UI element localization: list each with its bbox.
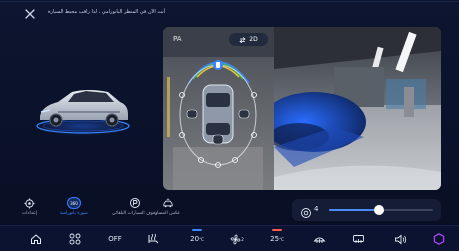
front-camera-view xyxy=(274,27,441,190)
slider-track[interactable] xyxy=(329,205,433,215)
apps-button[interactable] xyxy=(67,232,83,246)
fan-icon xyxy=(230,234,241,244)
left-temp-indicator xyxy=(192,229,202,231)
front-defrost-icon xyxy=(313,237,325,243)
fan-control[interactable]: 2 xyxy=(226,232,248,246)
slider-fill xyxy=(329,209,379,211)
track-reverse-icon xyxy=(162,197,174,209)
track-reverse-action[interactable]: عكس المسار xyxy=(155,197,180,216)
climate-off-label: OFF xyxy=(108,235,122,243)
home-button[interactable] xyxy=(28,232,44,246)
right-temp-value: 25 xyxy=(270,235,280,243)
right-temp-unit: °C xyxy=(279,236,284,242)
track-reverse-label: عكس المسار xyxy=(155,211,181,216)
seat-heat-icon xyxy=(148,233,158,244)
panorama-360-icon: 360 xyxy=(66,197,81,209)
panorama-label: صورة بانورامية xyxy=(60,211,88,216)
auto-park-action[interactable]: وقوف السيارات التلقائي xyxy=(112,197,157,216)
gear-icon xyxy=(24,197,36,209)
slider-handle[interactable] xyxy=(373,205,384,215)
close-button[interactable] xyxy=(22,6,38,22)
slider-value: 4 xyxy=(314,205,319,213)
auto-park-icon xyxy=(129,197,141,209)
parking-camera-screen: أنت الآن في المنظر البانورامي ، لذا راقب… xyxy=(0,0,459,251)
swap-arrows-icon xyxy=(239,36,246,43)
close-icon xyxy=(25,9,35,19)
left-temp-value: 20 xyxy=(190,235,200,243)
right-temp-indicator xyxy=(272,229,282,231)
climate-off-button[interactable]: OFF xyxy=(104,232,126,246)
view-toggle-button[interactable]: 2D xyxy=(229,33,268,46)
settings-action[interactable]: إعدادات xyxy=(22,197,37,216)
rear-defrost-icon xyxy=(352,234,364,243)
vehicle-illustration xyxy=(28,78,138,148)
right-temp-control[interactable]: 25 °C xyxy=(266,229,288,246)
left-temp-control[interactable]: 20 °C xyxy=(186,229,208,246)
left-temp-unit: °C xyxy=(199,236,204,242)
panorama-notice: أنت الآن في المنظر البانورامي ، لذا راقب… xyxy=(48,9,166,15)
birdseye-view[interactable]: PA 2D xyxy=(163,27,274,190)
camera-speaker-icon xyxy=(300,204,312,218)
auto-park-label: وقوف السيارات التلقائي xyxy=(112,211,158,216)
camera-view-panel: PA 2D xyxy=(163,27,441,190)
volume-button[interactable] xyxy=(392,232,408,246)
settings-label: إعدادات xyxy=(22,211,38,216)
bottom-dock: OFF 20 °C 2 25 °C xyxy=(0,225,459,251)
fan-level: 2 xyxy=(241,236,244,242)
volume-icon xyxy=(394,234,406,244)
gear-indicator: PA xyxy=(173,35,182,43)
hexagon-brand-icon xyxy=(433,233,445,245)
panorama-action[interactable]: 360 صورة بانورامية xyxy=(60,197,88,216)
front-defrost-button[interactable] xyxy=(311,232,327,246)
view-toggle-label: 2D xyxy=(249,36,258,43)
top-divider xyxy=(0,1,459,2)
home-icon xyxy=(31,234,41,244)
radar-volume-control: 4 xyxy=(292,199,441,221)
brand-button[interactable] xyxy=(431,232,447,246)
rear-defrost-button[interactable] xyxy=(350,232,366,246)
seat-heat-button[interactable] xyxy=(145,232,161,246)
apps-grid-icon xyxy=(69,233,81,245)
